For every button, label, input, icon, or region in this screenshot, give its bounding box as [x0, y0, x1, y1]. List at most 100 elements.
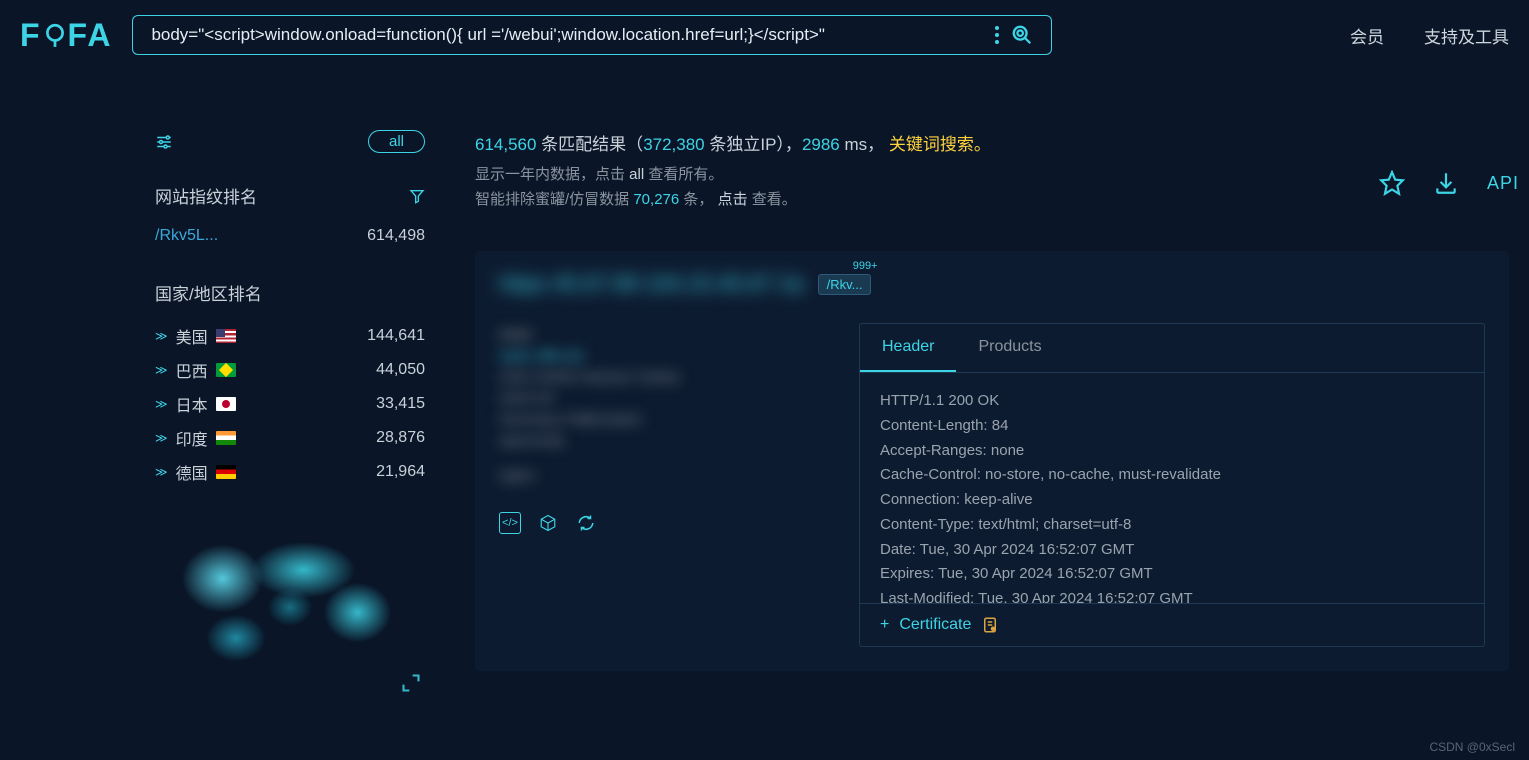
blur-row: nginx — [499, 467, 829, 484]
unique-ip: 372,380 — [643, 135, 704, 154]
header-line: Date: Tue, 30 Apr 2024 16:52:07 GMT — [880, 538, 1464, 563]
country-name: 美国 — [176, 324, 208, 348]
country-name: 日本 — [176, 392, 208, 416]
expand-icon[interactable] — [401, 673, 421, 693]
country-name: 德国 — [176, 460, 208, 484]
tab-header[interactable]: Header — [860, 324, 956, 372]
sidebar: all 网站指纹排名 /Rkv5L... 614,498 国家/地区排名 ≫ 美国… — [155, 70, 425, 689]
click-link[interactable]: 点击 — [718, 191, 748, 208]
country-row[interactable]: ≫ 德国 21,964 — [155, 455, 425, 489]
section-country: 国家/地区排名 ≫美国144,641≫巴西44,050≫日本33,415≫印度2… — [155, 280, 425, 489]
total-count: 614,560 — [475, 135, 536, 154]
flag-icon — [216, 431, 236, 445]
country-row[interactable]: ≫ 美国 144,641 — [155, 319, 425, 353]
result-card: https 45.67.89 104.23.45.67 2a 999+ /Rkv… — [475, 251, 1509, 671]
watermark: CSDN @0xSecl — [1429, 740, 1515, 754]
header-line: Last-Modified: Tue, 30 Apr 2024 16:52:07… — [880, 587, 1464, 603]
badge-count: 999+ — [853, 260, 878, 272]
header-line: Connection: keep-alive — [880, 488, 1464, 513]
blur-row: 2a01:4f8:c0c — [499, 348, 829, 365]
all-link[interactable]: all — [629, 166, 644, 183]
fingerprint-count: 614,498 — [367, 227, 425, 245]
certificate-label: Certificate — [899, 616, 971, 634]
keyword-search[interactable]: 关键词搜索。 — [889, 135, 991, 154]
funnel-icon[interactable] — [409, 188, 425, 204]
all-pill[interactable]: all — [368, 130, 425, 153]
flag-icon — [216, 397, 236, 411]
code-icon[interactable]: </> — [499, 512, 521, 534]
badges: 999+ /Rkv... — [818, 274, 872, 295]
honeypot-count: 70,276 — [633, 191, 679, 208]
certificate-row[interactable]: + Certificate — [860, 603, 1484, 646]
chevron-icon: ≫ — [155, 431, 168, 445]
header-body: HTTP/1.1 200 OKContent-Length: 84Accept-… — [860, 373, 1484, 603]
chevron-icon: ≫ — [155, 397, 168, 411]
blur-row: openresty — [499, 432, 829, 449]
blur-row: 8080 — [499, 327, 829, 344]
fingerprint-title: 网站指纹排名 — [155, 183, 257, 208]
country-count: 144,641 — [367, 327, 425, 345]
sub-line-1: 显示一年内数据，点击 all 查看所有。 — [475, 163, 1509, 184]
header-line: Accept-Ranges: none — [880, 439, 1464, 464]
country-row[interactable]: ≫ 印度 28,876 — [155, 421, 425, 455]
search-icon[interactable] — [1011, 24, 1033, 46]
header-line: Content-Type: text/html; charset=utf-8 — [880, 513, 1464, 538]
result-title-blurred: https 45.67.89 104.23.45.67 2a — [499, 271, 804, 297]
badge-rkv[interactable]: /Rkv... — [818, 274, 872, 295]
flag-icon — [216, 329, 236, 343]
country-name: 印度 — [176, 426, 208, 450]
refresh-icon[interactable] — [575, 512, 597, 534]
country-title: 国家/地区排名 — [155, 280, 262, 305]
certificate-icon — [981, 616, 999, 634]
tab-products[interactable]: Products — [956, 324, 1063, 372]
blur-row: Germany Falkenstein — [499, 411, 829, 428]
l3b: 条， — [679, 191, 717, 208]
tabs: Header Products — [860, 324, 1484, 373]
chevron-icon: ≫ — [155, 363, 168, 377]
search-bar — [132, 15, 1052, 55]
nav-right: 会员 支持及工具 — [1350, 23, 1509, 48]
header-line: HTTP/1.1 200 OK — [880, 389, 1464, 414]
plus-icon: + — [880, 616, 889, 634]
header-line: Expires: Tue, 30 Apr 2024 16:52:07 GMT — [880, 562, 1464, 587]
search-input[interactable] — [151, 25, 983, 45]
country-count: 28,876 — [376, 429, 425, 447]
u-suffix: 条独立IP）， — [705, 135, 802, 154]
main: 614,560 条匹配结果（372,380 条独立IP），2986 ms， 关键… — [475, 70, 1529, 689]
l2b: 查看所有。 — [644, 166, 723, 183]
l3a: 智能排除蜜罐/仿冒数据 — [475, 191, 633, 208]
l3c: 查看。 — [748, 191, 797, 208]
header-line: Content-Length: 84 — [880, 414, 1464, 439]
country-row[interactable]: ≫日本33,415 — [155, 387, 425, 421]
country-row[interactable]: ≫巴西44,050 — [155, 353, 425, 387]
ms-suffix: ms， — [840, 135, 889, 154]
stats-line: 614,560 条匹配结果（372,380 条独立IP），2986 ms， 关键… — [475, 130, 1509, 155]
star-icon[interactable] — [1379, 170, 1405, 196]
logo[interactable]: FFA — [20, 17, 112, 54]
filter-icon[interactable] — [155, 133, 173, 151]
result-right-col: Header Products HTTP/1.1 200 OKContent-L… — [859, 323, 1485, 647]
country-count: 44,050 — [376, 361, 425, 379]
nav-member[interactable]: 会员 — [1350, 23, 1384, 48]
chevron-icon: ≫ — [155, 465, 168, 479]
fingerprint-label: /Rkv5L... — [155, 227, 218, 245]
more-options-icon[interactable] — [995, 26, 999, 44]
top-actions: API — [1379, 170, 1519, 196]
flag-icon — [216, 363, 236, 377]
result-left-col: 8080 2a01:4f8:c0c ASN 24940 Hetzner Onli… — [499, 323, 829, 647]
download-icon[interactable] — [1433, 170, 1459, 196]
world-map[interactable] — [155, 519, 425, 689]
ms-value: 2986 — [802, 135, 840, 154]
api-link[interactable]: API — [1487, 173, 1519, 194]
blur-row: 2024-04 — [499, 390, 829, 407]
fingerprint-row[interactable]: /Rkv5L... 614,498 — [155, 222, 425, 250]
section-fingerprint: 网站指纹排名 /Rkv5L... 614,498 — [155, 183, 425, 250]
header: FFA 会员 支持及工具 — [0, 0, 1529, 70]
cube-icon[interactable] — [537, 512, 559, 534]
blur-row: ASN 24940 Hetzner Online — [499, 369, 829, 386]
l2a: 显示一年内数据，点击 — [475, 166, 629, 183]
t-suffix: 条匹配结果（ — [536, 135, 643, 154]
country-count: 21,964 — [376, 463, 425, 481]
nav-support[interactable]: 支持及工具 — [1424, 23, 1509, 48]
chevron-icon: ≫ — [155, 329, 168, 343]
